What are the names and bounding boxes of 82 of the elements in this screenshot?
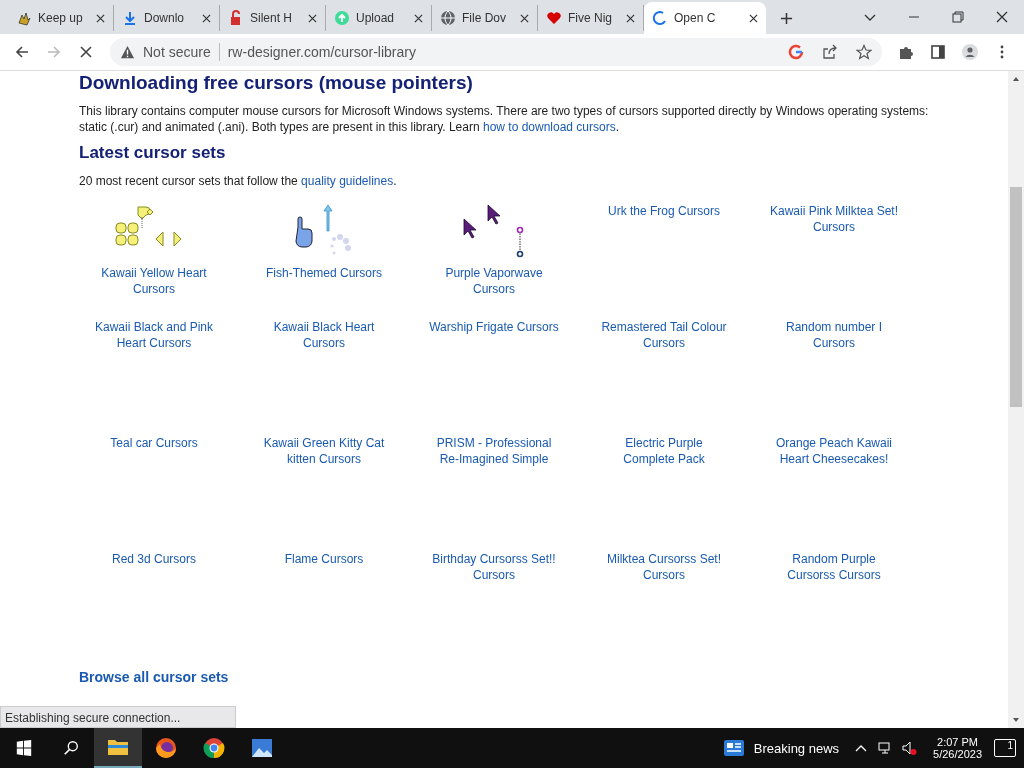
search-icon[interactable]: [62, 739, 80, 757]
tab-title: Open C: [674, 11, 717, 25]
cursor-set-link[interactable]: Warship Frigate Cursors: [429, 319, 559, 335]
intro-paragraph: This library contains computer mouse cursors for Microsoft Windows systems. There are two types of cursors supported directly by Windows operating systems: static (.cur) and animated (.ani). Both types are present in this library. Learn how to download cursors.: [79, 103, 930, 135]
close-icon[interactable]: [96, 13, 105, 23]
stop-icon[interactable]: [78, 44, 94, 60]
cursor-set-link[interactable]: Electric Purple Complete Pack: [599, 435, 729, 467]
photo-icon: [250, 736, 274, 760]
fox-globe-icon: [154, 736, 178, 760]
close-icon[interactable]: [520, 13, 529, 23]
scroll-down-icon[interactable]: [1012, 716, 1020, 724]
url-text: rw-designer.com/cursor-library: [227, 44, 416, 60]
scrollbar-thumb[interactable]: [1010, 187, 1022, 407]
puzzle-icon[interactable]: [898, 44, 914, 60]
browser-tab[interactable]: Upload: [326, 5, 432, 31]
section-heading: Latest cursor sets: [79, 142, 227, 164]
section-description: 20 most recent cursor sets that follow the quality guidelines.: [79, 173, 398, 189]
scroll-up-icon[interactable]: [1012, 75, 1020, 83]
cursor-set-link[interactable]: Orange Peach Kawaii Heart Cheesecakes!: [769, 435, 899, 467]
close-icon[interactable]: [308, 13, 317, 23]
clock[interactable]: 2:07 PM 5/26/2023: [933, 736, 982, 760]
browser-tab[interactable]: Keep up: [8, 5, 114, 31]
close-icon[interactable]: [994, 9, 1010, 25]
close-icon[interactable]: [626, 13, 635, 23]
muted-speaker-icon[interactable]: [901, 740, 918, 756]
star-icon[interactable]: [856, 44, 872, 60]
warning-icon: [120, 44, 135, 60]
share-icon[interactable]: [822, 44, 838, 60]
close-icon[interactable]: [749, 13, 758, 23]
new-tab-icon[interactable]: [780, 12, 793, 25]
browser-tab[interactable]: Downlo: [114, 5, 220, 31]
side-panel-icon[interactable]: [930, 44, 946, 60]
scrollbar[interactable]: [1008, 71, 1024, 728]
tab-title: Silent H: [250, 11, 294, 25]
cursor-set-link[interactable]: Random number I Cursors: [769, 319, 899, 351]
cursor-set-link[interactable]: Flame Cursors: [259, 551, 389, 567]
restore-icon[interactable]: [950, 9, 966, 25]
cursor-set-link[interactable]: Remastered Tail Colour Cursors: [599, 319, 729, 351]
browse-all-link[interactable]: Browse all cursor sets: [79, 669, 229, 685]
cursor-set-link[interactable]: Kawaii Black and Pink Heart Cursors: [89, 319, 219, 351]
cursor-set-link[interactable]: PRISM - Professional Re-Imagined Simple: [429, 435, 559, 467]
cursor-set-link[interactable]: Kawaii Yellow Heart Cursors: [89, 265, 219, 297]
close-icon[interactable]: [202, 13, 211, 23]
back-icon[interactable]: [14, 44, 30, 60]
tab-title: Upload: [356, 11, 396, 25]
tab-title: Downlo: [144, 11, 186, 25]
cursor-set-link[interactable]: Fish-Themed Cursors: [259, 265, 389, 281]
cursor-set-link[interactable]: Red 3d Cursors: [89, 551, 219, 567]
google-g-icon[interactable]: [788, 44, 804, 60]
browser-icon: [202, 736, 226, 760]
page-heading: Downloading free cursors (mouse pointers): [79, 71, 474, 95]
tab-title: Keep up: [38, 11, 84, 25]
start-icon[interactable]: [15, 739, 33, 757]
news-icon[interactable]: [723, 740, 744, 756]
browser-tab[interactable]: Open C: [644, 2, 766, 34]
cursor-set-link[interactable]: Purple Vaporwave Cursors: [429, 265, 559, 297]
security-label: Not secure: [143, 44, 211, 60]
browser-tab[interactable]: File Dov: [432, 5, 538, 31]
download-help-link[interactable]: how to download cursors: [482, 120, 616, 134]
tab-title: File Dov: [462, 11, 507, 25]
cursor-set-link[interactable]: Kawaii Black Heart Cursors: [259, 319, 389, 351]
avatar-icon[interactable]: [962, 44, 978, 60]
tab-title: Five Nig: [568, 11, 613, 25]
download-icon: [122, 10, 138, 26]
cursor-set-link[interactable]: Kawaii Green Kitty Cat kitten Cursors: [259, 435, 389, 467]
cursor-set-link[interactable]: Birthday Cursorss Set!! Cursors: [429, 551, 559, 583]
cursor-set-link[interactable]: Milktea Cursorss Set! Cursors: [599, 551, 729, 583]
close-icon[interactable]: [414, 13, 423, 23]
taskbar-app-button[interactable]: [94, 728, 142, 768]
upload-icon: [334, 10, 350, 26]
cursor-set-link[interactable]: Teal car Cursors: [89, 435, 219, 451]
loading-spinner-icon: [652, 10, 668, 26]
cursor-set-link[interactable]: Urk the Frog Cursors: [599, 203, 729, 219]
notifications-icon[interactable]: 1: [994, 739, 1016, 757]
cursor-set-link[interactable]: Random Purple Cursorss Cursors: [769, 551, 899, 583]
heart-icon: [546, 10, 562, 26]
globe-icon: [440, 10, 456, 26]
browser-tab[interactable]: Silent H: [220, 5, 326, 31]
news-widget-label[interactable]: Breaking news: [753, 740, 840, 756]
cursor-set-link[interactable]: Kawaii Pink Milktea Set! Cursors: [769, 203, 899, 235]
address-bar[interactable]: Not secure rw-designer.com/cursor-library: [110, 38, 882, 66]
status-bubble: Establishing secure connection...: [0, 706, 236, 728]
